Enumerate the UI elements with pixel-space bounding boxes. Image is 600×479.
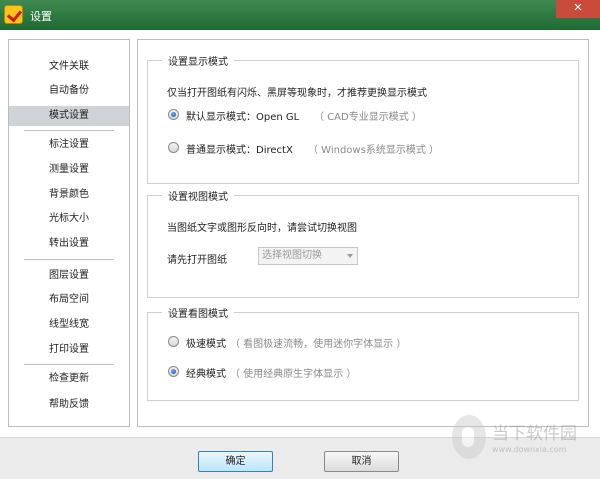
directx-note: （ Windows系统显示模式 ） (308, 145, 439, 156)
classic-mode-label[interactable]: 经典模式 (186, 365, 226, 380)
view-switch-value: 选择视图切换 (262, 250, 322, 261)
watermark: 当下软件园 www.downxia.com (452, 415, 596, 465)
settings-content: 设置显示模式 仅当打开图纸有闪烁、黑屏等现象时，才推荐更换显示模式 默认显示模式… (137, 39, 589, 427)
sidebar-item-file-association[interactable]: 文件关联 (9, 57, 129, 77)
view-mode-hint: 当图纸文字或图形反向时，请尝试切换视图 (167, 223, 357, 234)
opengl-label[interactable]: 默认显示模式：Open GL (186, 108, 299, 123)
sidebar-item-print[interactable]: 打印设置 (9, 340, 129, 360)
chevron-down-icon (347, 254, 353, 258)
sidebar-item-cursor-size[interactable]: 光标大小 (9, 209, 129, 229)
window-title: 设置 (30, 10, 52, 23)
watermark-url: www.downxia.com (492, 445, 567, 454)
title-bar: 设置 ✕ (0, 0, 600, 30)
sidebar-item-check-update[interactable]: 检查更新 (9, 369, 129, 389)
view-mode-title: 设置视图模式 (162, 188, 234, 203)
open-drawing-label: 请先打开图纸 (167, 255, 227, 266)
opengl-note: （ CAD专业显示模式 ） (314, 112, 422, 123)
display-mode-group: 设置显示模式 仅当打开图纸有闪烁、黑屏等现象时，才推荐更换显示模式 默认显示模式… (147, 53, 579, 184)
fast-mode-note: （ 看图极速流畅，使用迷你字体显示 ） (230, 339, 407, 350)
sidebar-item-help-feedback[interactable]: 帮助反馈 (9, 395, 129, 415)
app-logo-icon (4, 5, 23, 24)
sidebar-item-mode-settings[interactable]: 模式设置 (9, 106, 129, 126)
close-button[interactable]: ✕ (556, 0, 600, 18)
sidebar-divider (24, 259, 114, 260)
sidebar-item-layers[interactable]: 图层设置 (9, 266, 129, 286)
display-mode-hint: 仅当打开图纸有闪烁、黑屏等现象时，才推荐更换显示模式 (167, 88, 427, 99)
sidebar-item-background-color[interactable]: 背景颜色 (9, 185, 129, 205)
display-mode-title: 设置显示模式 (162, 53, 234, 68)
sidebar-divider (24, 130, 114, 131)
fast-mode-label[interactable]: 极速模式 (186, 335, 226, 350)
directx-radio[interactable] (168, 142, 179, 153)
sidebar-item-auto-backup[interactable]: 自动备份 (9, 81, 129, 101)
classic-mode-radio[interactable] (168, 366, 179, 377)
view-switch-dropdown[interactable]: 选择视图切换 (258, 247, 358, 265)
cancel-button[interactable]: 取消 (324, 451, 399, 472)
view-mode-group: 设置视图模式 当图纸文字或图形反向时，请尝试切换视图 请先打开图纸 (147, 188, 579, 298)
sidebar-item-measure[interactable]: 测量设置 (9, 160, 129, 180)
reading-mode-group: 设置看图模式 极速模式 （ 看图极速流畅，使用迷你字体显示 ） 经典模式 （ 使… (147, 305, 579, 401)
sidebar-item-layout-space[interactable]: 布局空间 (9, 290, 129, 310)
fast-mode-radio[interactable] (168, 336, 179, 347)
directx-label[interactable]: 普通显示模式：DirectX (186, 141, 293, 156)
watermark-logo-icon (452, 415, 486, 459)
watermark-text: 当下软件园 (492, 424, 577, 444)
reading-mode-title: 设置看图模式 (162, 305, 234, 320)
settings-sidebar: 文件关联 自动备份 模式设置 标注设置 测量设置 背景颜色 光标大小 转出设置 … (8, 39, 130, 427)
ok-button[interactable]: 确定 (198, 451, 273, 472)
sidebar-item-annotation[interactable]: 标注设置 (9, 135, 129, 155)
sidebar-item-export[interactable]: 转出设置 (9, 234, 129, 254)
classic-mode-note: （ 使用经典原生字体显示 ） (230, 369, 357, 380)
opengl-radio[interactable] (168, 109, 179, 120)
sidebar-item-linetype[interactable]: 线型线宽 (9, 315, 129, 335)
sidebar-divider (24, 364, 114, 365)
